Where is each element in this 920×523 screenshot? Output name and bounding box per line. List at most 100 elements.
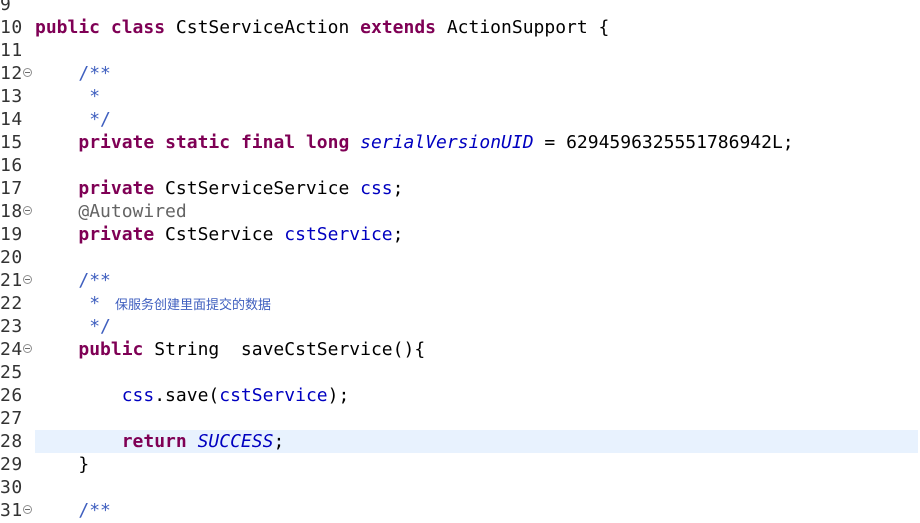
line-number: 13 bbox=[0, 86, 23, 107]
code-line[interactable]: 17 private CstServiceService css; bbox=[0, 177, 920, 200]
code-line[interactable]: 22 * 保服务创建里面提交的数据 bbox=[0, 292, 920, 315]
code-text[interactable]: public String saveCstService(){ bbox=[35, 338, 425, 361]
line-number: 9 bbox=[0, 0, 12, 15]
code-text[interactable]: * bbox=[35, 85, 100, 108]
code-line[interactable]: 9 bbox=[0, 0, 920, 16]
code-line[interactable]: 12 /** bbox=[0, 62, 920, 85]
code-editor[interactable]: 9 10 public class CstServiceAction extends… bbox=[0, 0, 920, 523]
code-token: class bbox=[110, 17, 166, 38]
fold-collapse-icon[interactable] bbox=[23, 344, 32, 353]
fold-collapse-icon[interactable] bbox=[23, 206, 32, 215]
line-gutter: 27 bbox=[0, 407, 34, 430]
code-line[interactable]: 28 return SUCCESS; bbox=[0, 430, 920, 453]
line-number: 25 bbox=[0, 362, 23, 383]
fold-collapse-icon[interactable] bbox=[23, 68, 32, 77]
code-line[interactable]: 13 * bbox=[0, 85, 920, 108]
line-number: 16 bbox=[0, 155, 23, 176]
code-text[interactable]: /** bbox=[35, 62, 111, 85]
fold-collapse-icon[interactable] bbox=[23, 275, 32, 284]
code-line[interactable]: 26 css.save(cstService); bbox=[0, 384, 920, 407]
code-token: long bbox=[305, 132, 350, 153]
code-token: public bbox=[35, 17, 101, 38]
code-token: CstServiceAction bbox=[165, 17, 361, 38]
line-gutter: 13 bbox=[0, 85, 34, 108]
code-token: /** bbox=[78, 270, 111, 291]
code-token: cstService bbox=[219, 385, 328, 406]
code-token: cstService bbox=[284, 224, 393, 245]
code-token: css bbox=[360, 178, 393, 199]
line-number: 31 bbox=[0, 500, 23, 521]
line-gutter: 21 bbox=[0, 269, 34, 292]
code-line[interactable]: 23 */ bbox=[0, 315, 920, 338]
code-token: = 6294596325551786942L; bbox=[533, 132, 794, 153]
code-line[interactable]: 27 bbox=[0, 407, 920, 430]
code-token: @Autowired bbox=[78, 201, 187, 222]
code-text[interactable]: /** bbox=[35, 499, 111, 522]
code-text[interactable]: private static final long serialVersionU… bbox=[35, 131, 794, 154]
code-line[interactable]: 21 /** bbox=[0, 269, 920, 292]
line-gutter: 11 bbox=[0, 39, 34, 62]
line-gutter: 22 bbox=[0, 292, 34, 315]
line-gutter: 25 bbox=[0, 361, 34, 384]
code-text[interactable]: return SUCCESS; bbox=[35, 430, 285, 453]
code-text[interactable]: public class CstServiceAction extends Ac… bbox=[35, 16, 609, 39]
code-token: SUCCESS bbox=[197, 431, 274, 452]
line-number: 14 bbox=[0, 109, 23, 130]
code-text[interactable]: @Autowired bbox=[35, 200, 187, 223]
code-token: final bbox=[240, 132, 296, 153]
code-line[interactable]: 11 bbox=[0, 39, 920, 62]
code-line[interactable]: 10 public class CstServiceAction extends … bbox=[0, 16, 920, 39]
code-line[interactable]: 25 bbox=[0, 361, 920, 384]
code-text[interactable]: /** bbox=[35, 269, 111, 292]
code-text[interactable]: } bbox=[35, 453, 89, 476]
code-line[interactable]: 19 private CstService cstService; bbox=[0, 223, 920, 246]
code-line[interactable]: 24 public String saveCstService(){ bbox=[0, 338, 920, 361]
line-gutter: 14 bbox=[0, 108, 34, 131]
code-line[interactable]: 16 bbox=[0, 154, 920, 177]
code-token: ActionSupport { bbox=[436, 17, 610, 38]
code-token: private bbox=[78, 178, 155, 199]
line-number: 23 bbox=[0, 316, 23, 337]
line-number: 11 bbox=[0, 40, 23, 61]
code-token: /** bbox=[78, 63, 111, 84]
code-token: return bbox=[121, 431, 187, 452]
code-line[interactable]: 15 private static final long serialVersi… bbox=[0, 131, 920, 154]
code-text[interactable]: private CstServiceService css; bbox=[35, 177, 403, 200]
code-token: */ bbox=[89, 109, 111, 130]
code-text[interactable]: private CstService cstService; bbox=[35, 223, 403, 246]
code-text[interactable]: * 保服务创建里面提交的数据 bbox=[35, 292, 271, 315]
code-text[interactable]: */ bbox=[35, 315, 111, 338]
line-gutter: 18 bbox=[0, 200, 34, 223]
code-text[interactable]: css.save(cstService); bbox=[35, 384, 350, 407]
code-line[interactable]: 20 bbox=[0, 246, 920, 269]
line-gutter: 29 bbox=[0, 453, 34, 476]
code-token: serialVersionUID bbox=[360, 132, 534, 153]
code-token: 保服务创建里面提交的数据 bbox=[110, 298, 272, 313]
code-line[interactable]: 30 bbox=[0, 476, 920, 499]
line-gutter: 30 bbox=[0, 476, 34, 499]
line-number: 28 bbox=[0, 431, 23, 452]
code-token: ; bbox=[392, 178, 404, 199]
code-line[interactable]: 14 */ bbox=[0, 108, 920, 131]
line-gutter: 31 bbox=[0, 499, 34, 522]
code-line[interactable]: 31 /** bbox=[0, 499, 920, 522]
line-number: 29 bbox=[0, 454, 23, 475]
line-gutter: 24 bbox=[0, 338, 34, 361]
code-token: ; bbox=[392, 224, 404, 245]
fold-collapse-icon[interactable] bbox=[23, 505, 32, 514]
code-line[interactable]: 18 @Autowired bbox=[0, 200, 920, 223]
code-line[interactable]: 29 } bbox=[0, 453, 920, 476]
code-token: CstService bbox=[154, 224, 285, 245]
line-gutter: 23 bbox=[0, 315, 34, 338]
line-number: 27 bbox=[0, 408, 23, 429]
code-text[interactable]: */ bbox=[35, 108, 111, 131]
line-gutter: 26 bbox=[0, 384, 34, 407]
code-token: public bbox=[78, 339, 144, 360]
